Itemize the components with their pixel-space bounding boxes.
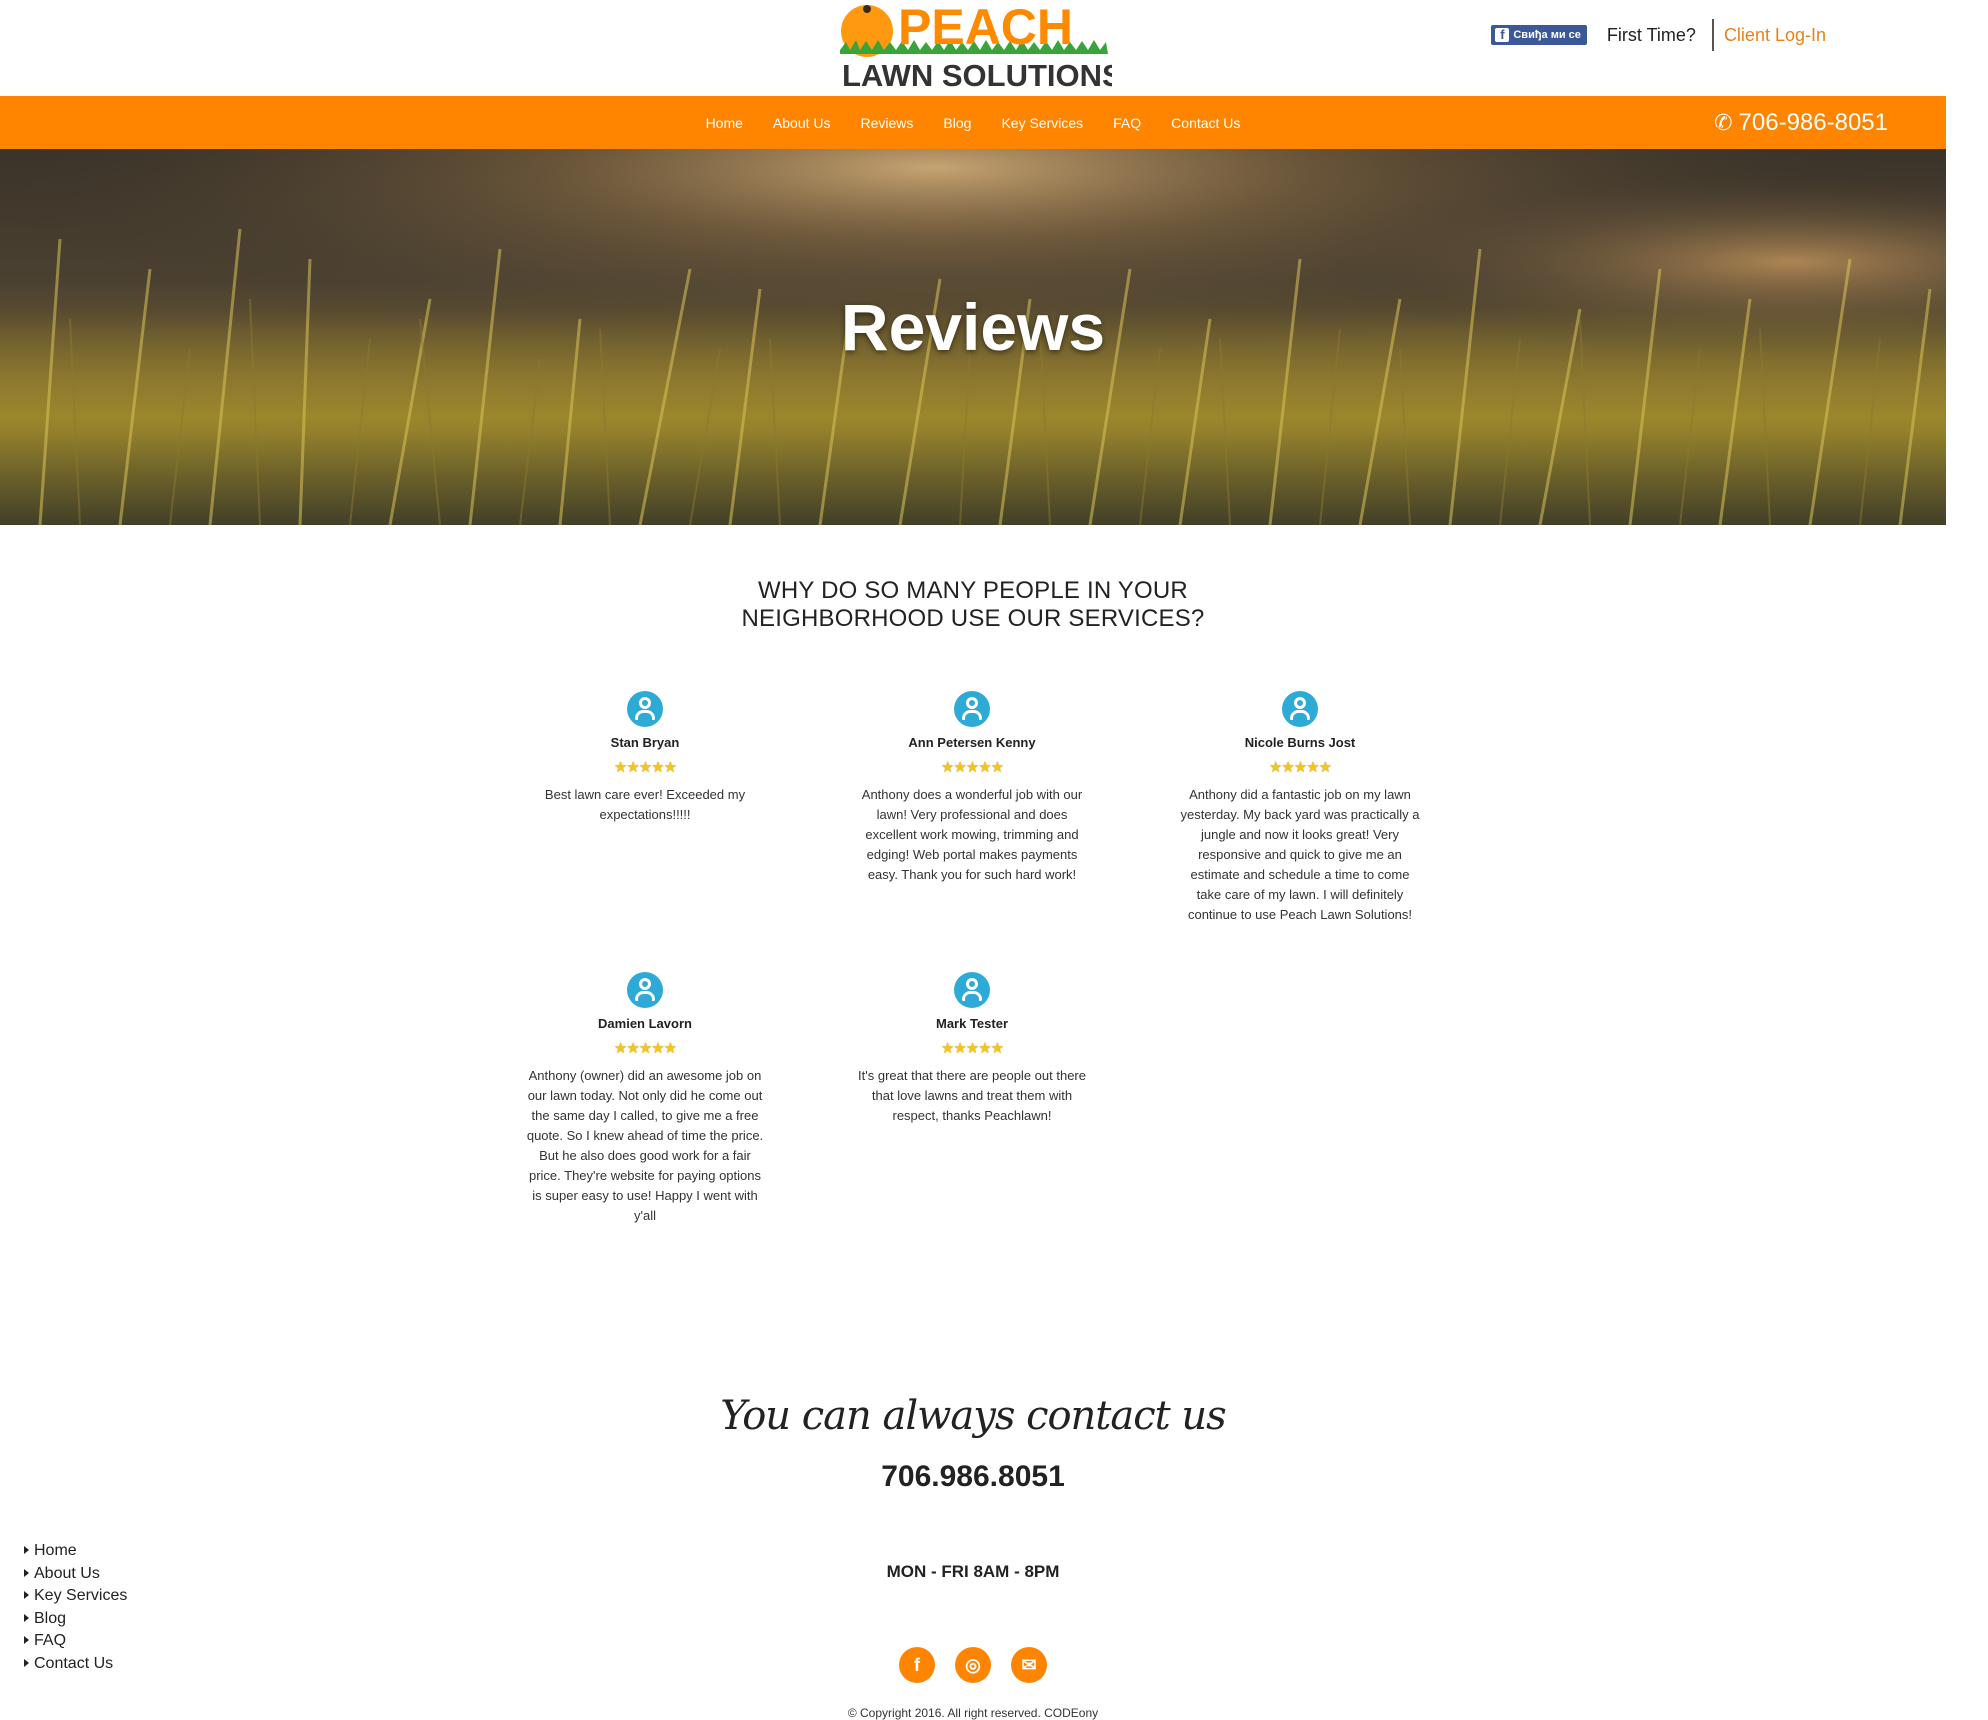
- top-header: PEACH LAWN SOLUTIONS f Свиђа ми се First…: [0, 0, 1946, 96]
- phone-icon: ✆: [1714, 109, 1733, 135]
- review-text: Best lawn care ever! Exceeded my expecta…: [544, 787, 746, 822]
- divider: [1711, 19, 1714, 51]
- header-phone-number: 706-986-8051: [1738, 108, 1888, 136]
- copyright: © Copyright 2016. All right reserved. CO…: [847, 1706, 1099, 1720]
- footer-link-blog[interactable]: Blog: [24, 1608, 127, 1631]
- nav-home[interactable]: Home: [691, 115, 758, 131]
- star-rating: ★★★★★: [940, 759, 1004, 776]
- nav-reviews[interactable]: Reviews: [846, 115, 929, 131]
- footer-link-label: Home: [34, 1542, 77, 1559]
- reviewer-name: Stan Bryan: [610, 735, 680, 750]
- contact-heading: You can always contact us: [720, 1393, 1226, 1439]
- reviewer-name: Ann Petersen Kenny: [908, 735, 1036, 750]
- header-phone[interactable]: ✆ 706-986-8051: [1714, 96, 1888, 149]
- footer-link-label: Key Services: [34, 1587, 128, 1604]
- hero-banner: Reviews: [0, 149, 1946, 525]
- page-title: Reviews: [840, 290, 1106, 364]
- nav-key-services[interactable]: Key Services: [986, 115, 1098, 131]
- first-time-link[interactable]: First Time?: [1607, 25, 1696, 46]
- caret-right-icon: [24, 1636, 29, 1644]
- review-card: Nicole Burns Jost ★★★★★ Anthony did a fa…: [1180, 691, 1420, 925]
- facebook-icon: f: [1495, 28, 1510, 42]
- svg-text:PEACH: PEACH: [898, 0, 1073, 55]
- logo[interactable]: PEACH LAWN SOLUTIONS: [836, 0, 1112, 96]
- review-text: Anthony does a wonderful job with our la…: [861, 787, 1083, 882]
- reviewer-name: Mark Tester: [935, 1016, 1008, 1031]
- reviewer-name: Damien Lavorn: [598, 1016, 692, 1031]
- reviews-heading: WHY DO SO MANY PEOPLE IN YOUR NEIGHBORHO…: [700, 577, 1246, 633]
- review-card: Stan Bryan ★★★★★ Best lawn care ever! Ex…: [525, 691, 765, 825]
- nav-about-us[interactable]: About Us: [758, 115, 846, 131]
- facebook-like-label: Свиђа ми се: [1513, 29, 1581, 41]
- caret-right-icon: [24, 1568, 29, 1577]
- review-card: Ann Petersen Kenny ★★★★★ Anthony does a …: [852, 691, 1092, 885]
- facebook-like-button[interactable]: f Свиђа ми се: [1491, 25, 1587, 45]
- review-text: Anthony did a fantastic job on my lawn y…: [1180, 787, 1420, 922]
- nav-faq[interactable]: FAQ: [1098, 115, 1156, 131]
- business-hours: MON - FRI 8AM - 8PM: [886, 1562, 1060, 1581]
- footer-link-about-us[interactable]: About Us: [24, 1563, 127, 1586]
- star-rating: ★★★★★: [940, 1040, 1004, 1057]
- footer-link-label: Blog: [34, 1609, 67, 1627]
- star-rating: ★★★★★: [613, 1040, 677, 1057]
- instagram-icon[interactable]: ◎: [955, 1647, 991, 1683]
- nav-blog[interactable]: Blog: [928, 115, 986, 131]
- user-avatar-icon: [954, 691, 990, 727]
- user-avatar-icon: [954, 972, 990, 1008]
- star-rating: ★★★★★: [613, 759, 677, 776]
- social-links: f ◎ ✉: [0, 1647, 1946, 1683]
- user-avatar-icon: [627, 972, 663, 1008]
- reviewer-name: Nicole Burns Jost: [1244, 735, 1356, 750]
- client-login-link[interactable]: Client Log-In: [1724, 25, 1826, 46]
- mail-icon[interactable]: ✉: [1011, 1647, 1047, 1683]
- contact-phone[interactable]: 706.986.8051: [0, 1460, 1946, 1494]
- review-text: It's great that there are people out the…: [858, 1068, 1086, 1123]
- footer-link-home[interactable]: Home: [24, 1540, 127, 1563]
- star-rating: ★★★★★: [1268, 759, 1332, 776]
- nav-contact-us[interactable]: Contact Us: [1156, 115, 1255, 131]
- main-navbar: Home About Us Reviews Blog Key Services …: [0, 96, 1946, 149]
- caret-right-icon: [24, 1546, 29, 1554]
- review-card: Damien Lavorn ★★★★★ Anthony (owner) did …: [525, 972, 765, 1226]
- footer-link-label: About Us: [34, 1564, 100, 1582]
- facebook-icon[interactable]: f: [899, 1647, 935, 1683]
- caret-right-icon: [24, 1613, 29, 1622]
- review-card: Mark Tester ★★★★★ It's great that there …: [852, 972, 1092, 1126]
- footer-link-key-services[interactable]: Key Services: [24, 1585, 127, 1608]
- caret-right-icon: [24, 1591, 29, 1599]
- reviews-heading-line1: WHY DO SO MANY PEOPLE IN YOUR: [758, 577, 1188, 604]
- reviews-heading-line2: NEIGHBORHOOD USE OUR SERVICES?: [741, 605, 1205, 632]
- nav-menu: Home About Us Reviews Blog Key Services …: [0, 96, 1946, 149]
- logo-graphic: PEACH LAWN SOLUTIONS: [840, 0, 1112, 93]
- user-avatar-icon: [627, 691, 663, 727]
- top-right-links: f Свиђа ми се First Time? Client Log-In: [1491, 18, 1826, 52]
- user-avatar-icon: [1282, 691, 1318, 727]
- svg-text:LAWN SOLUTIONS: LAWN SOLUTIONS: [842, 58, 1112, 93]
- review-text: Anthony (owner) did an awesome job on ou…: [526, 1068, 764, 1223]
